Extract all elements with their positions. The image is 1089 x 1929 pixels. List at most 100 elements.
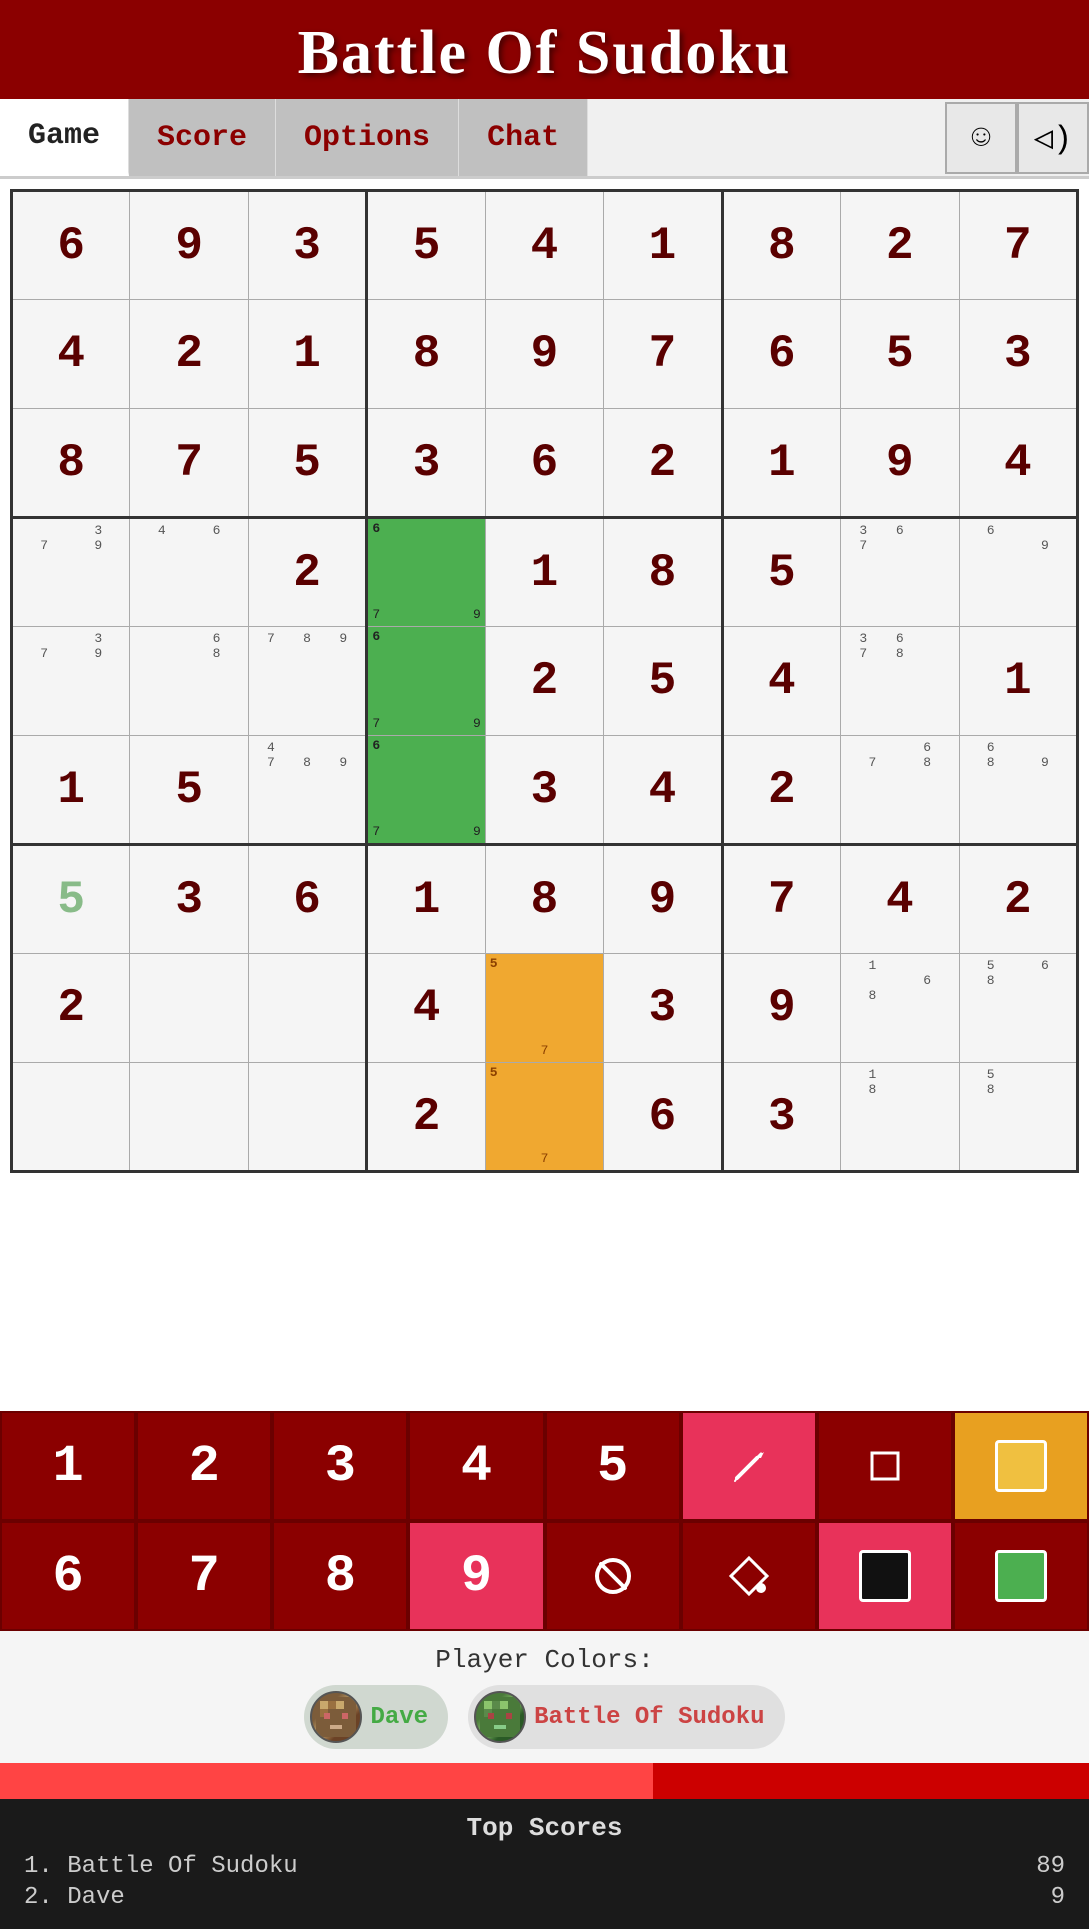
tab-chat[interactable]: Chat	[459, 99, 588, 176]
numpad-6[interactable]: 6	[0, 1521, 136, 1631]
player-chip-bot[interactable]: Battle Of Sudoku	[468, 1685, 784, 1749]
cell-r5c5[interactable]: 2	[485, 627, 603, 736]
cell-r2c8[interactable]: 5	[841, 300, 959, 409]
cell-r8c2[interactable]	[130, 954, 248, 1063]
cell-r9c3[interactable]	[248, 1063, 366, 1172]
cell-r8c5[interactable]: 5 7	[485, 954, 603, 1063]
cell-r6c6[interactable]: 4	[604, 736, 722, 845]
cell-r5c7[interactable]: 4	[722, 627, 840, 736]
player-chip-dave[interactable]: Dave	[304, 1685, 448, 1749]
cell-r2c9[interactable]: 3	[959, 300, 1078, 409]
cell-r8c8[interactable]: 1 6 8	[841, 954, 959, 1063]
cell-r5c3[interactable]: 789	[248, 627, 366, 736]
numpad-pencil[interactable]	[681, 1411, 817, 1521]
cell-r1c5[interactable]: 4	[485, 191, 603, 300]
cell-r3c2[interactable]: 7	[130, 409, 248, 518]
numpad-color-black[interactable]	[817, 1521, 953, 1631]
cell-r7c1[interactable]: 5	[12, 845, 130, 954]
cell-r5c8[interactable]: 36 78	[841, 627, 959, 736]
numpad-1[interactable]: 1	[0, 1411, 136, 1521]
cell-r1c7[interactable]: 8	[722, 191, 840, 300]
cell-r9c5[interactable]: 5 7	[485, 1063, 603, 1172]
cell-r3c6[interactable]: 2	[604, 409, 722, 518]
numpad-diamond[interactable]	[681, 1521, 817, 1631]
cell-r5c4[interactable]: 6 79	[367, 627, 485, 736]
cell-r5c1[interactable]: 3 79	[12, 627, 130, 736]
cell-r2c1[interactable]: 4	[12, 300, 130, 409]
cell-r6c2[interactable]: 5	[130, 736, 248, 845]
cell-r1c9[interactable]: 7	[959, 191, 1078, 300]
cell-r6c7[interactable]: 2	[722, 736, 840, 845]
cell-r1c4[interactable]: 5	[367, 191, 485, 300]
cell-r9c7[interactable]: 3	[722, 1063, 840, 1172]
numpad-color-orange[interactable]	[953, 1411, 1089, 1521]
numpad-8[interactable]: 8	[272, 1521, 408, 1631]
cell-r2c4[interactable]: 8	[367, 300, 485, 409]
cell-r1c3[interactable]: 3	[248, 191, 366, 300]
cell-r7c9[interactable]: 2	[959, 845, 1078, 954]
cell-r5c6[interactable]: 5	[604, 627, 722, 736]
cell-r1c6[interactable]: 1	[604, 191, 722, 300]
tab-score[interactable]: Score	[129, 99, 276, 176]
cell-r4c2[interactable]: 46	[130, 518, 248, 627]
cell-r7c7[interactable]: 7	[722, 845, 840, 954]
cell-r3c5[interactable]: 6	[485, 409, 603, 518]
numpad-2[interactable]: 2	[136, 1411, 272, 1521]
numpad-5[interactable]: 5	[545, 1411, 681, 1521]
numpad-4[interactable]: 4	[408, 1411, 544, 1521]
cell-r3c3[interactable]: 5	[248, 409, 366, 518]
cell-r7c4[interactable]: 1	[367, 845, 485, 954]
cell-r6c5[interactable]: 3	[485, 736, 603, 845]
cell-r9c8[interactable]: 1 8	[841, 1063, 959, 1172]
cell-r6c1[interactable]: 1	[12, 736, 130, 845]
cell-r4c9[interactable]: 6 9	[959, 518, 1078, 627]
cell-r3c4[interactable]: 3	[367, 409, 485, 518]
tab-game[interactable]: Game	[0, 99, 129, 176]
cell-r4c6[interactable]: 8	[604, 518, 722, 627]
cell-r9c1[interactable]	[12, 1063, 130, 1172]
cell-r4c3[interactable]: 2	[248, 518, 366, 627]
cell-r3c9[interactable]: 4	[959, 409, 1078, 518]
cell-r2c3[interactable]: 1	[248, 300, 366, 409]
numpad-color-green[interactable]	[953, 1521, 1089, 1631]
cell-r9c4[interactable]: 2	[367, 1063, 485, 1172]
cell-r1c1[interactable]: 6	[12, 191, 130, 300]
cell-r7c5[interactable]: 8	[485, 845, 603, 954]
cell-r2c2[interactable]: 2	[130, 300, 248, 409]
numpad-3[interactable]: 3	[272, 1411, 408, 1521]
cell-r2c5[interactable]: 9	[485, 300, 603, 409]
cell-r2c6[interactable]: 7	[604, 300, 722, 409]
cell-r1c2[interactable]: 9	[130, 191, 248, 300]
numpad-square[interactable]	[817, 1411, 953, 1521]
numpad-7[interactable]: 7	[136, 1521, 272, 1631]
cell-r3c1[interactable]: 8	[12, 409, 130, 518]
cell-r9c9[interactable]: 5 8	[959, 1063, 1078, 1172]
cell-r8c3[interactable]	[248, 954, 366, 1063]
speaker-button[interactable]: ◁)	[1017, 102, 1089, 174]
cell-r8c4[interactable]: 4	[367, 954, 485, 1063]
cell-r3c8[interactable]: 9	[841, 409, 959, 518]
cell-r8c1[interactable]: 2	[12, 954, 130, 1063]
numpad-ban[interactable]	[545, 1521, 681, 1631]
numpad-9[interactable]: 9	[408, 1521, 544, 1631]
cell-r8c9[interactable]: 56 8	[959, 954, 1078, 1063]
cell-r7c3[interactable]: 6	[248, 845, 366, 954]
tab-options[interactable]: Options	[276, 99, 459, 176]
cell-r7c2[interactable]: 3	[130, 845, 248, 954]
cell-r9c6[interactable]: 6	[604, 1063, 722, 1172]
cell-r7c8[interactable]: 4	[841, 845, 959, 954]
cell-r9c2[interactable]	[130, 1063, 248, 1172]
cell-r4c8[interactable]: 36 7	[841, 518, 959, 627]
cell-r4c1[interactable]: 3 79	[12, 518, 130, 627]
cell-r6c8[interactable]: 6 78	[841, 736, 959, 845]
cell-r4c7[interactable]: 5	[722, 518, 840, 627]
cell-r4c4[interactable]: 6 79	[367, 518, 485, 627]
cell-r6c3[interactable]: 4 789	[248, 736, 366, 845]
smiley-button[interactable]: ☺	[945, 102, 1017, 174]
cell-r1c8[interactable]: 2	[841, 191, 959, 300]
cell-r6c9[interactable]: 6 89	[959, 736, 1078, 845]
cell-r2c7[interactable]: 6	[722, 300, 840, 409]
cell-r5c2[interactable]: 6 8	[130, 627, 248, 736]
cell-r7c6[interactable]: 9	[604, 845, 722, 954]
cell-r6c4[interactable]: 6 79	[367, 736, 485, 845]
